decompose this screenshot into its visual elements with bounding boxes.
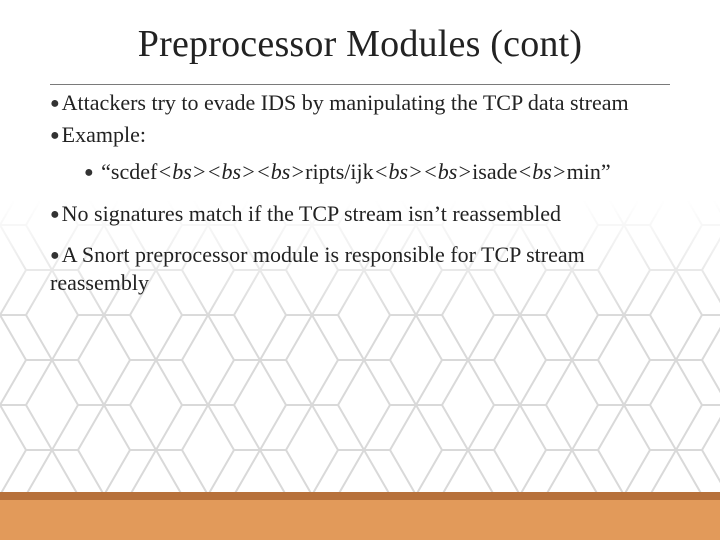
- footer-accent-thin: [0, 492, 720, 500]
- footer-accent-thick: [0, 500, 720, 540]
- slide: Preprocessor Modules (cont) ●Attackers t…: [0, 0, 720, 540]
- slide-body: ●Attackers try to evade IDS by manipulat…: [50, 89, 670, 296]
- bullet-level1: ●Example:: [50, 121, 670, 149]
- bullet-dot-icon: ●: [50, 205, 60, 225]
- bullet-text: “scdef<bs><bs><bs>ripts/ijk<bs><bs>isade…: [101, 159, 610, 184]
- title-divider: [50, 84, 670, 85]
- bullet-dot-icon: ●: [84, 163, 94, 183]
- bullet-text: No signatures match if the TCP stream is…: [62, 201, 561, 226]
- bullet-level1: ●Attackers try to evade IDS by manipulat…: [50, 89, 670, 117]
- bullet-text: A Snort preprocessor module is responsib…: [50, 242, 585, 295]
- footer-bar: [0, 492, 720, 540]
- bullet-dot-icon: ●: [50, 126, 60, 146]
- bs-token: <bs>: [374, 159, 423, 184]
- bs-token: <bs>: [517, 159, 566, 184]
- bullet-dot-icon: ●: [50, 246, 60, 266]
- bullet-level1: ●A Snort preprocessor module is responsi…: [50, 241, 670, 296]
- bullet-level2: ● “scdef<bs><bs><bs>ripts/ijk<bs><bs>isa…: [84, 158, 670, 186]
- bullet-text: Attackers try to evade IDS by manipulati…: [62, 90, 629, 115]
- bullet-text: Example:: [62, 122, 146, 147]
- bs-token: <bs>: [157, 159, 206, 184]
- bullet-dot-icon: ●: [50, 94, 60, 114]
- bs-token: <bs>: [423, 159, 472, 184]
- bs-token: <bs>: [256, 159, 305, 184]
- bullet-level1: ●No signatures match if the TCP stream i…: [50, 200, 670, 228]
- slide-title: Preprocessor Modules (cont): [0, 0, 720, 66]
- bs-token: <bs>: [207, 159, 256, 184]
